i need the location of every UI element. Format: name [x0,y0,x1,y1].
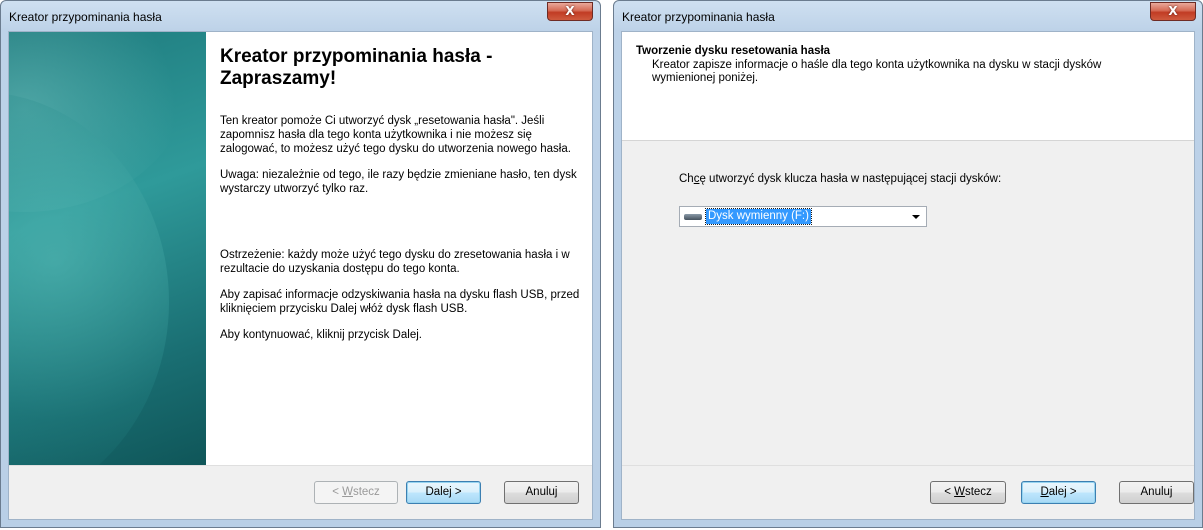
back-accelerator: W [954,486,965,498]
warning-paragraph: Ostrzeżenie: każdy może użyć tego dysku … [220,249,570,275]
close-button[interactable]: X [547,2,593,21]
prompt-text-end: ę utworzyć dysk klucza hasła w następują… [699,173,1002,185]
back-button[interactable]: < Wstecz [314,481,398,504]
next-button[interactable]: Dalej > [406,481,481,504]
button-bar: < Wstecz Dalej > Anuluj [622,465,1194,519]
back-label: stecz [352,486,380,498]
back-button[interactable]: < Wstecz [930,481,1006,504]
back-prefix: < [944,486,955,498]
back-label: stecz [964,486,992,498]
button-bar: < Wstecz Dalej > Anuluj [9,465,592,519]
close-icon: X [1168,4,1178,18]
drive-prompt-label: Chcę utworzyć dysk klucza hasła w następ… [679,173,1001,185]
drive-selected-value: Dysk wymienny (F:) [705,208,812,225]
page-title: Tworzenie dysku resetowania hasła [636,45,831,57]
drive-select[interactable]: Dysk wymienny (F:) [679,206,927,227]
continue-paragraph: Aby kontynuować, kliknij przycisk Dalej. [220,329,422,341]
next-label: alej > [1048,486,1077,498]
cancel-label: Anuluj [525,486,558,498]
note-paragraph: Uwaga: niezależnie od tego, ile razy będ… [220,169,577,195]
page-subtitle: Kreator zapisze informacje o haśle dla t… [652,59,1102,84]
next-accelerator: D [1040,486,1049,498]
welcome-content: Kreator przypominania hasła - Zapraszamy… [220,46,585,354]
window-title: Kreator przypominania hasła [9,10,162,24]
cancel-label: Anuluj [1140,486,1173,498]
cancel-button[interactable]: Anuluj [504,481,579,504]
chevron-down-icon[interactable] [912,215,920,219]
intro-paragraph: Ten kreator pomoże Ci utworzyć dysk „res… [220,115,571,155]
wizard-side-banner [9,32,206,468]
wizard-header: Tworzenie dysku resetowania hasła Kreato… [622,32,1194,141]
cancel-button[interactable]: Anuluj [1119,481,1194,504]
next-button[interactable]: Dalej > [1021,481,1096,504]
removable-drive-icon [684,214,702,220]
wizard-body [622,141,1194,466]
back-accelerator: W [342,486,353,498]
wizard-create-disk-window: Kreator przypominania hasła X Tworzenie … [613,0,1203,528]
title-bar[interactable]: Kreator przypominania hasła X [614,1,1202,31]
usb-paragraph: Aby zapisać informacje odzyskiwania hasł… [220,289,580,315]
wizard-welcome-window: Kreator przypominania hasła X Kreator pr… [0,0,601,528]
page-title: Kreator przypominania hasła - Zapraszamy… [220,46,493,89]
wizard-client-area: Kreator przypominania hasła - Zapraszamy… [8,31,593,520]
close-button[interactable]: X [1150,2,1196,21]
back-prefix: < [332,486,343,498]
wizard-client-area: Tworzenie dysku resetowania hasła Kreato… [621,31,1195,520]
window-title: Kreator przypominania hasła [622,10,775,24]
prompt-text-start: Ch [679,173,694,185]
title-bar[interactable]: Kreator przypominania hasła X [1,1,600,31]
close-icon: X [565,4,575,18]
next-label: Dalej > [425,486,462,498]
